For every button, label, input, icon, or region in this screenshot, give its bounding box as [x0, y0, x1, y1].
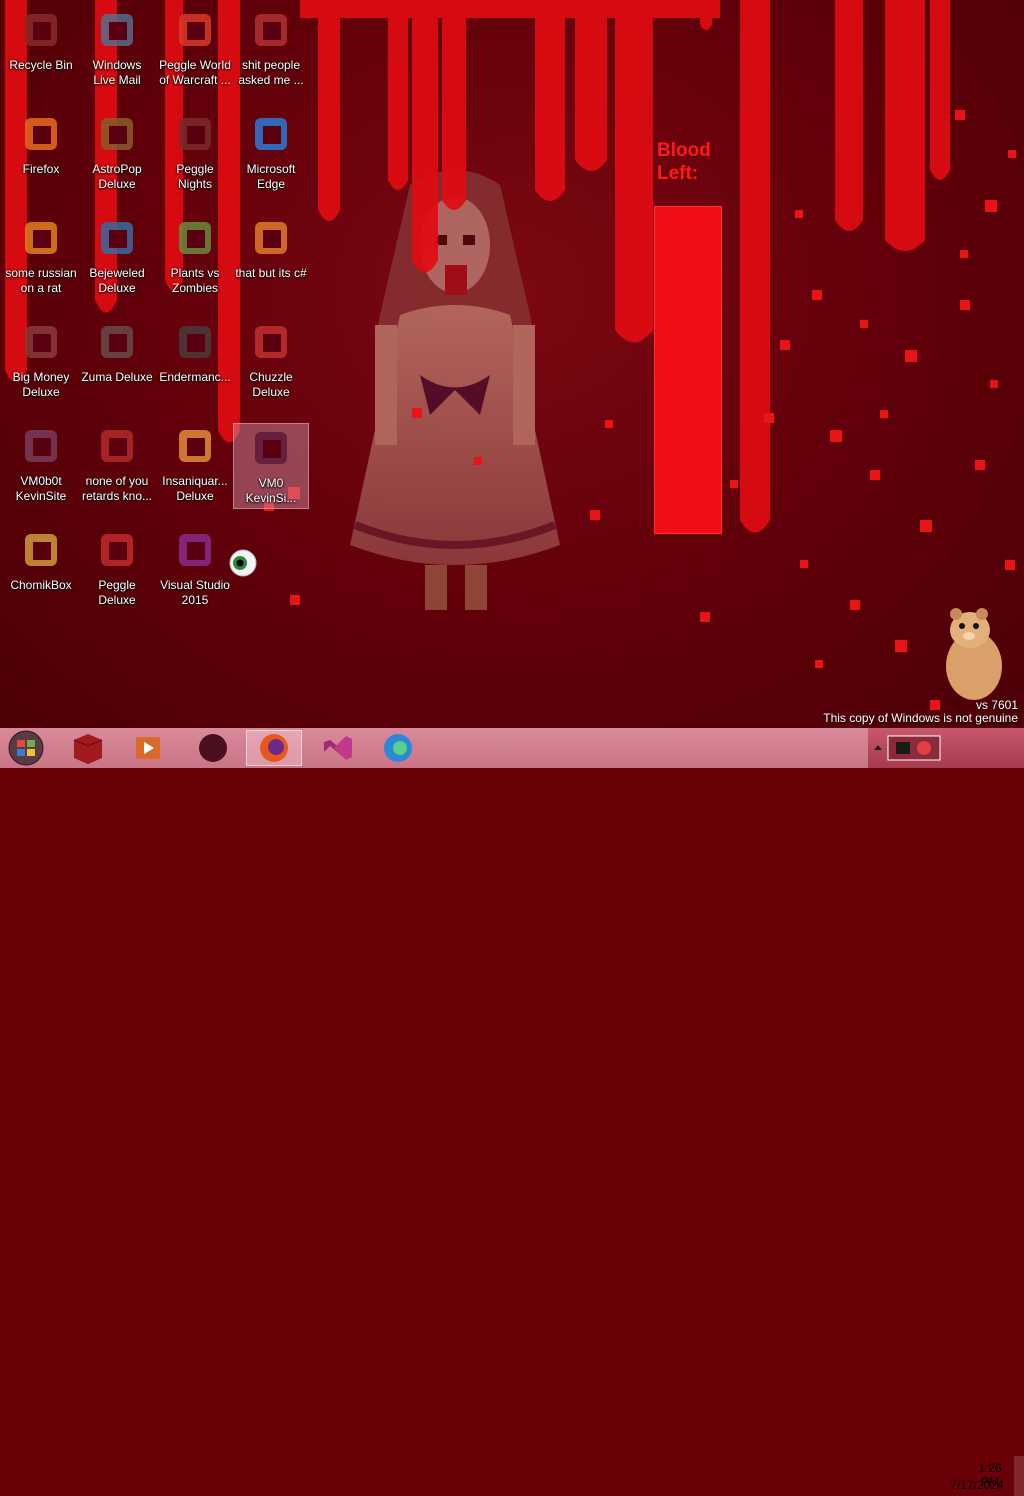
that-but-its-csharp-icon: [249, 216, 293, 260]
microsoft-edge-icon: [249, 112, 293, 156]
desktop-icon-vm0-kevinsi[interactable]: VM0 KevinSi...: [233, 423, 309, 509]
clock-date[interactable]: 7/17/2024: [944, 1478, 1010, 1492]
show-desktop-button[interactable]: [1014, 1456, 1024, 1496]
windows-build-text: vs 7601: [975, 698, 1018, 712]
taskbar-app-media-player[interactable]: [120, 730, 176, 766]
desktop-icon-zuma-deluxe[interactable]: Zuma Deluxe: [80, 320, 154, 385]
desktop-icon-label: Visual Studio 2015: [160, 578, 230, 607]
desktop-icon-chuzzle-deluxe[interactable]: Chuzzle Deluxe: [234, 320, 308, 400]
peggle-world-of-warcraft-icon: [173, 8, 217, 52]
shit-people-asked-me-icon: [249, 8, 293, 52]
desktop-icon-label: Firefox: [22, 162, 60, 176]
none-of-you-retards-know-icon: [95, 424, 139, 468]
taskbar-app-edge[interactable]: [370, 730, 426, 766]
desktop-icon-label: Insaniquar... Deluxe: [162, 474, 228, 503]
desktop-icon-label: Peggle World of Warcraft ...: [159, 58, 231, 87]
desktop-icon-bejeweled-deluxe[interactable]: Bejeweled Deluxe: [80, 216, 154, 296]
windows-live-mail-icon: [95, 8, 139, 52]
desktop-icon-insaniquarium-deluxe[interactable]: Insaniquar... Deluxe: [158, 424, 232, 504]
desktop-icon-label: Zuma Deluxe: [81, 370, 153, 384]
start-button[interactable]: [4, 729, 48, 767]
taskbar-app-red-box[interactable]: [60, 730, 116, 766]
vm0b0t-kevinsite-icon: [19, 424, 63, 468]
zuma-deluxe-icon: [95, 320, 139, 364]
dark-orb-icon: [199, 734, 227, 762]
desktop-icon-none-of-you-retards-know[interactable]: none of you retards kno...: [80, 424, 154, 504]
tray-expand-icon[interactable]: [872, 740, 884, 756]
desktop-icon-peggle-deluxe[interactable]: Peggle Deluxe: [80, 528, 154, 608]
desktop-icon-label: Recycle Bin: [9, 58, 73, 72]
insaniquarium-deluxe-icon: [173, 424, 217, 468]
desktop-icon-big-money-deluxe[interactable]: Big Money Deluxe: [4, 320, 78, 400]
peggle-nights-deluxe-icon: [173, 112, 217, 156]
astropop-deluxe-icon: [95, 112, 139, 156]
desktop-icon-recycle-bin[interactable]: Recycle Bin: [4, 8, 78, 73]
visual-studio-icon: [324, 736, 352, 760]
desktop-icon-label: some russian on a rat: [5, 266, 77, 295]
tray-app-icon[interactable]: [886, 732, 944, 764]
desktop-icon-windows-live-mail[interactable]: Windows Live Mail: [80, 8, 154, 88]
desktop-icon-peggle-nights-deluxe[interactable]: Peggle Nights Deluxe: [158, 112, 232, 194]
desktop-icon-label: Windows Live Mail: [92, 58, 142, 87]
desktop-icon-chomikbox[interactable]: ChomikBox: [4, 528, 78, 593]
firefox-icon: [260, 734, 288, 762]
desktop-icon-peggle-world-of-warcraft[interactable]: Peggle World of Warcraft ...: [158, 8, 232, 88]
red-box-icon: [73, 734, 103, 764]
taskbar-app-firefox[interactable]: [246, 730, 302, 766]
desktop-icon-astropop-deluxe[interactable]: AstroPop Deluxe: [80, 112, 154, 192]
desktop-icon-label: shit people asked me ...: [238, 58, 304, 87]
chomikbox-icon: [19, 528, 63, 572]
desktop-icon-label: VM0 KevinSi...: [245, 476, 297, 505]
desktop-icon-label: that but its c#: [235, 266, 307, 280]
blood-meter: [654, 206, 722, 534]
vm0-kevinsi-icon: [249, 426, 293, 470]
desktop-icon-vm0b0t-kevinsite[interactable]: VM0b0t KevinSite: [4, 424, 78, 504]
desktop-icon-label: ChomikBox: [10, 578, 72, 592]
ghost-girl-image: [350, 170, 560, 610]
some-russian-on-a-rat-icon: [19, 216, 63, 260]
desktop-icon-plants-vs-zombies[interactable]: Plants vs Zombies: [158, 216, 232, 296]
edge-icon: [384, 734, 412, 762]
desktop-icon-label: Big Money Deluxe: [12, 370, 70, 399]
desktop-icon-label: Microsoft Edge: [246, 162, 296, 191]
desktop-icon-label: AstroPop Deluxe: [92, 162, 142, 191]
eyeball-icon: [229, 549, 257, 577]
bejeweled-deluxe-icon: [95, 216, 139, 260]
not-genuine-text: This copy of Windows is not genuine: [823, 711, 1018, 725]
desktop-icon-label: Bejeweled Deluxe: [89, 266, 145, 295]
recycle-bin-icon: [19, 8, 63, 52]
desktop-icon-label: Chuzzle Deluxe: [249, 370, 293, 399]
desktop-icon-label: none of you retards kno...: [81, 474, 153, 503]
desktop-icon-shit-people-asked-me[interactable]: shit people asked me ...: [234, 8, 308, 88]
blood-left-label: Blood Left:: [657, 140, 711, 184]
desktop-icon-label: VM0b0t KevinSite: [15, 474, 67, 503]
taskbar-app-visual-studio[interactable]: [308, 730, 364, 766]
desktop-icon-that-but-its-csharp[interactable]: that but its c#: [234, 216, 308, 281]
hamster-image: [946, 608, 1002, 700]
desktop-icon-label: Plants vs Zombies: [170, 266, 220, 295]
desktop-icon-label: Peggle Deluxe: [98, 578, 136, 607]
desktop-icon-label: Peggle Nights Deluxe: [176, 162, 214, 194]
desktop[interactable]: Blood Left: Recycle Bin Windows Live Mail…: [0, 0, 1024, 728]
visual-studio-2015-icon: [173, 528, 217, 572]
big-money-deluxe-icon: [19, 320, 63, 364]
chuzzle-deluxe-icon: [249, 320, 293, 364]
desktop-icon-firefox[interactable]: Firefox: [4, 112, 78, 177]
firefox-icon: [19, 112, 63, 156]
endermanc-icon: [173, 320, 217, 364]
taskbar-app-dark-orb[interactable]: [185, 730, 241, 766]
desktop-icon-endermanc[interactable]: Endermanc...: [158, 320, 232, 385]
desktop-icon-some-russian-on-a-rat[interactable]: some russian on a rat: [4, 216, 78, 296]
system-tray: [868, 728, 1024, 768]
taskbar: 1:26 PM 7/17/2024: [0, 728, 1024, 1496]
peggle-deluxe-icon: [95, 528, 139, 572]
plants-vs-zombies-icon: [173, 216, 217, 260]
media-player-icon: [136, 737, 160, 759]
desktop-icon-visual-studio-2015[interactable]: Visual Studio 2015: [158, 528, 232, 608]
desktop-icon-label: Endermanc...: [159, 370, 231, 384]
desktop-icon-microsoft-edge[interactable]: Microsoft Edge: [234, 112, 308, 192]
